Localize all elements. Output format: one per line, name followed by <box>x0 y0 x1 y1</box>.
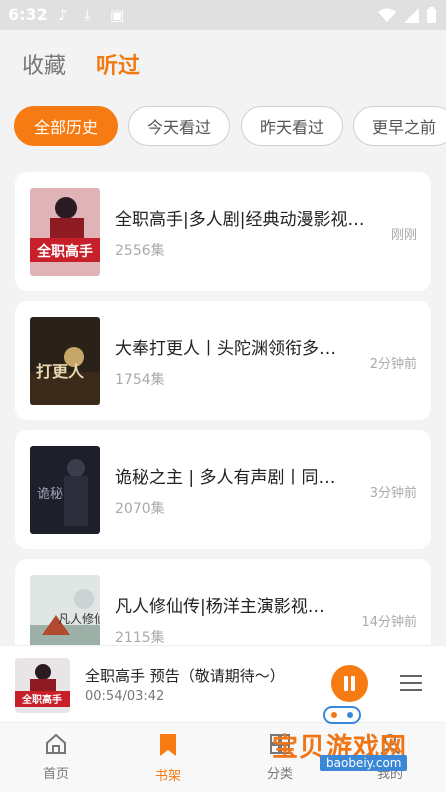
filter-earlier[interactable]: 更早之前 <box>353 106 446 146</box>
gamepad-icon <box>323 706 361 724</box>
nav-bookshelf[interactable]: 书架 <box>128 733 208 784</box>
status-bar: 6:32 ♪ ⤓ ▣ <box>0 0 446 30</box>
book-cover: 全职高手 <box>30 188 100 276</box>
home-icon <box>46 733 66 754</box>
cover-title: 打更人 <box>36 362 85 381</box>
book-cover: 诡秘 <box>30 446 100 534</box>
episode-count: 2115集 <box>115 630 165 646</box>
battery-icon <box>427 7 436 23</box>
playlist-menu-icon[interactable] <box>400 675 422 693</box>
signal-icon <box>404 7 419 23</box>
filter-today[interactable]: 今天看过 <box>128 106 230 146</box>
filter-yesterday[interactable]: 昨天看过 <box>241 106 343 146</box>
nav-bookshelf-label: 书架 <box>154 769 181 784</box>
listened-time: 14分钟前 <box>361 615 417 630</box>
wifi-icon <box>378 8 396 22</box>
episode-count: 2070集 <box>115 501 165 517</box>
bookshelf-icon <box>160 734 176 756</box>
listened-time: 2分钟前 <box>369 357 417 372</box>
player-progress-time: 00:54/03:42 <box>85 689 165 704</box>
nav-home-label: 首页 <box>42 767 69 782</box>
episode-count: 1754集 <box>115 372 165 388</box>
list-item[interactable]: 打更人 大奉打更人丨头陀渊领衔多… 1754集 2分钟前 <box>15 301 431 420</box>
pause-button[interactable] <box>331 665 368 702</box>
cover-title: 诡秘 <box>37 487 63 502</box>
nav-home[interactable]: 首页 <box>16 733 96 782</box>
music-note-icon: ♪ <box>58 6 68 24</box>
cover-title: 凡人修仙传 <box>58 611 100 626</box>
watermark-url: baobeiy.com <box>320 755 408 771</box>
listened-time: 3分钟前 <box>369 486 417 501</box>
list-item[interactable]: 全职高手 全职高手|多人剧|经典动漫影视… 2556集 刚刚 <box>15 172 431 291</box>
top-tabs: 收藏 听过 <box>0 30 446 92</box>
player-cover: 全职高手 <box>15 658 70 713</box>
book-cover: 打更人 <box>30 317 100 405</box>
book-title: 全职高手|多人剧|经典动漫影视… <box>115 210 365 230</box>
list-item[interactable]: 诡秘 诡秘之主 | 多人有声剧丨同… 2070集 3分钟前 <box>15 430 431 549</box>
episode-count: 2556集 <box>115 243 165 259</box>
book-title: 诡秘之主 | 多人有声剧丨同… <box>115 468 336 488</box>
notification-icon: ▣ <box>110 6 125 24</box>
tab-listened[interactable]: 听过 <box>96 48 140 80</box>
download-icon: ⤓ <box>84 6 91 24</box>
status-time: 6:32 <box>8 5 48 24</box>
tab-favorites[interactable]: 收藏 <box>22 48 66 80</box>
history-filter-bar: 全部历史 今天看过 昨天看过 更早之前 <box>14 106 446 148</box>
book-title: 凡人修仙传|杨洋主演影视… <box>115 597 325 617</box>
book-title: 大奉打更人丨头陀渊领衔多… <box>115 339 336 359</box>
watermark-logo: 宝贝游戏网 baobeiy.com <box>262 703 432 781</box>
pause-icon <box>344 676 348 691</box>
player-title: 全职高手 预告（敬请期待～） <box>85 667 285 685</box>
listened-time: 刚刚 <box>390 228 417 243</box>
filter-all-history[interactable]: 全部历史 <box>14 106 118 146</box>
cover-title: 全职高手 <box>36 243 93 260</box>
cover-title: 全职高手 <box>21 693 62 706</box>
